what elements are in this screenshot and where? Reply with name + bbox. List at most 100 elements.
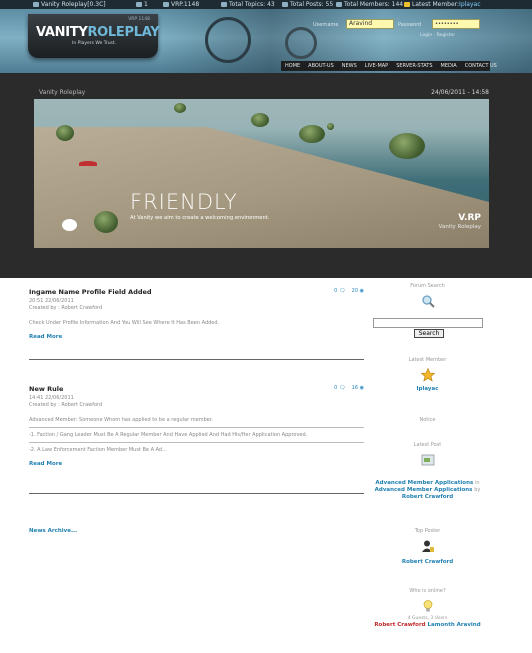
logo-version: VRP 1148 (128, 17, 150, 22)
user-icon (33, 1, 39, 7)
latest-post-widget: Latest Post Advanced Member Applications… (372, 442, 483, 501)
nav-live-map[interactable]: LIVE-MAP (361, 61, 392, 71)
online-user-link[interactable]: Lamonth (428, 622, 455, 628)
tree-graphic (94, 211, 118, 233)
body-divider (29, 427, 364, 428)
star-icon (404, 1, 410, 7)
tree-graphic (56, 125, 74, 141)
tree-graphic (327, 123, 334, 130)
body-divider (29, 442, 364, 443)
post-divider (29, 493, 364, 494)
slide-brand: V.RP (458, 213, 481, 223)
latest-member: Latest Member:Iplayac (404, 0, 481, 9)
forum-search-widget: Forum Search (372, 283, 483, 310)
magnifier-icon (421, 295, 435, 308)
widget-title: Forum Search (410, 283, 445, 289)
featured-slideshow[interactable]: FRIENDLY At Vanity we aim to create a we… (34, 99, 489, 248)
post-title[interactable]: Ingame Name Profile Field Added (29, 288, 364, 296)
comment-count: 0 (334, 288, 338, 294)
top-poster-icon (421, 540, 434, 552)
post-time: 14:41 22/06/2011 (29, 395, 74, 401)
site-logo[interactable]: VRP 1148 VANITYROLEPLAY In Players We Tr… (28, 14, 160, 58)
post-author: Created by : Robert Crawford (29, 402, 103, 408)
read-more-link[interactable]: Read More (29, 461, 364, 467)
widget-title: Top Poster (414, 528, 441, 534)
password-field[interactable]: •••••••• (432, 19, 480, 29)
search-button[interactable]: Search (414, 329, 444, 338)
widget-title: Latest Member (408, 357, 447, 363)
featured-band: Vanity Roleplay 24/06/2011 - 14:58 FRIEN… (0, 73, 532, 278)
post-body-line: -1. Faction / Gang Leader Must Be A Regu… (29, 432, 308, 438)
main-nav: HOME ABOUT-US NEWS LIVE-MAP SERVER-STATS… (281, 61, 497, 71)
news-post: Ingame Name Profile Field Added 20:51 22… (29, 288, 364, 360)
tree-graphic (174, 103, 186, 113)
latest-member-widget: Latest Member Iplayac (372, 357, 483, 392)
notice-widget: Notice (372, 417, 483, 423)
widget-title: Notice (419, 417, 436, 423)
post-author: Created by : Robert Crawford (29, 305, 103, 311)
widget-title: Who is online? (409, 588, 446, 594)
post-icon (421, 454, 434, 466)
forum-search-input[interactable] (373, 318, 483, 328)
slide-headline: FRIENDLY (130, 190, 238, 214)
nav-about-us[interactable]: ABOUT-US (304, 61, 338, 71)
username-field[interactable]: Aravind (346, 19, 394, 29)
online-count: 1 (136, 0, 148, 9)
read-more-link[interactable]: Read More (29, 334, 364, 340)
version: VRP.1148 (163, 0, 199, 9)
nav-home[interactable]: HOME (281, 61, 304, 71)
comment-icon: 🗨 (338, 288, 346, 294)
latest-post-forum-link[interactable]: Advanced Member Applications (375, 487, 473, 493)
post-stats: 0 🗨 16 ◉ (334, 385, 364, 391)
post-title[interactable]: New Rule (29, 385, 364, 393)
view-count: 20 (351, 288, 359, 294)
post-body-line: Advanced Member: Someone Whom has applie… (29, 417, 214, 423)
band-date: 24/06/2011 - 14:58 (431, 89, 489, 96)
news-post: New Rule 14:41 22/06/2011 Created by : R… (29, 385, 364, 494)
post-divider (29, 359, 364, 360)
slide-brand-sub: Vanity Roleplay (438, 224, 481, 230)
person-icon (136, 1, 142, 7)
latest-member-link[interactable]: Iplayac (459, 1, 480, 8)
nav-contact-us[interactable]: CONTACT US (461, 61, 501, 71)
lightbulb-icon (423, 600, 432, 612)
top-poster-widget: Top Poster Robert Crawford (372, 528, 483, 565)
bicycle-wheel-graphic (285, 27, 317, 59)
post-stats: 0 🗨 20 ◉ (334, 288, 364, 294)
tree-graphic (251, 113, 269, 127)
current-user[interactable]: Vanity Roleplay[0.3C] (33, 0, 106, 9)
online-summary: 4 Guests, 3 Users (407, 616, 448, 621)
tree-graphic (299, 125, 325, 143)
band-title: Vanity Roleplay (39, 89, 86, 96)
total-members: Total Members: 144 (336, 0, 403, 9)
comment-count: 0 (334, 385, 338, 391)
slide-subline: At Vanity we aim to create a welcoming e… (130, 215, 270, 221)
top-poster-link[interactable]: Robert Crawford (372, 559, 483, 565)
eye-icon: ◉ (359, 288, 364, 294)
controller-icon (163, 1, 169, 7)
logo-tagline: In Players We Trust. (72, 41, 117, 46)
logo-wordmark: VANITYROLEPLAY (36, 25, 160, 40)
nav-server-stats[interactable]: SERVER-STATS (392, 61, 436, 71)
nav-media[interactable]: MEDIA (437, 61, 461, 71)
post-time: 20:51 22/06/2011 (29, 298, 74, 304)
topics-icon (221, 1, 227, 7)
posts-icon (282, 1, 288, 7)
umbrella-graphic (79, 161, 97, 166)
username-label: Username (313, 22, 339, 28)
tree-graphic (389, 133, 425, 159)
latest-member-link[interactable]: Iplayac (372, 386, 483, 392)
latest-post-author-link[interactable]: Robert Crawford (402, 494, 453, 500)
total-topics: Total Topics: 43 (221, 0, 275, 9)
nav-news[interactable]: NEWS (338, 61, 361, 71)
latest-post-topic-link[interactable]: Advanced Member Applications (375, 480, 473, 486)
online-users: Robert Crawford Lamonth Aravind (372, 622, 483, 628)
online-user-link[interactable]: Robert Crawford (374, 622, 425, 628)
online-user-link[interactable]: Aravind (457, 622, 481, 628)
login-register-link[interactable]: Login - Register (420, 33, 455, 38)
news-archive-link[interactable]: News Archive... (29, 528, 77, 534)
latest-post-info: Advanced Member Applications in Advanced… (374, 480, 481, 500)
eye-icon: ◉ (359, 385, 364, 391)
comment-icon: 🗨 (338, 385, 346, 391)
total-posts: Total Posts: 55 (282, 0, 333, 9)
